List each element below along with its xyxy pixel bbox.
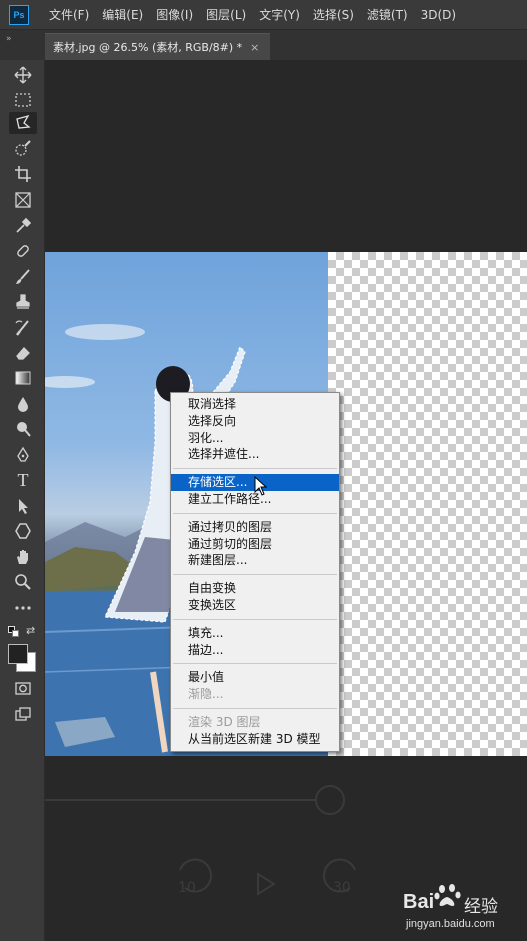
menu-separator: [173, 663, 337, 665]
dodge-icon[interactable]: [9, 418, 37, 440]
screen-mode-icon[interactable]: [9, 703, 37, 725]
gradient-icon[interactable]: [9, 367, 37, 389]
path-select-icon[interactable]: [9, 495, 37, 517]
menu-separator: [173, 512, 337, 514]
menu-feather[interactable]: 羽化...: [171, 430, 339, 447]
menu-select-inverse[interactable]: 选择反向: [171, 413, 339, 430]
eyedropper-icon[interactable]: [9, 215, 37, 237]
menu-render-3d-layer: 渲染 3D 图层: [188, 714, 261, 729]
stamp-icon[interactable]: [9, 291, 37, 313]
rewind-label: 10: [178, 880, 196, 896]
zoom-icon[interactable]: [9, 571, 37, 593]
pen-icon[interactable]: [9, 444, 37, 466]
brush-icon[interactable]: [9, 266, 37, 288]
baidu-brand-cn: 经验: [464, 897, 498, 917]
menu-separator: [173, 618, 337, 620]
menu-layer-via-copy[interactable]: 通过拷贝的图层: [171, 519, 339, 536]
menu-deselect[interactable]: 取消选择: [171, 396, 339, 413]
hand-icon[interactable]: [9, 546, 37, 568]
eraser-icon[interactable]: [9, 342, 37, 364]
menu-stroke[interactable]: 描边...: [171, 642, 339, 659]
healing-brush-icon[interactable]: [9, 240, 37, 262]
close-icon[interactable]: ×: [250, 41, 259, 54]
lasso-icon[interactable]: [9, 112, 37, 134]
cursor-icon: [254, 476, 268, 496]
menu-type[interactable]: 文字(Y): [259, 6, 300, 23]
default-colors-icon[interactable]: [8, 626, 20, 638]
quick-mask-icon[interactable]: [9, 677, 37, 699]
foreground-color-swatch[interactable]: [8, 644, 28, 664]
menu-edit[interactable]: 编辑(E): [102, 6, 143, 23]
type-tool-glyph: T: [17, 469, 29, 490]
forward-label: 30: [333, 880, 351, 896]
menu-file[interactable]: 文件(F): [49, 6, 89, 23]
quick-select-icon[interactable]: [9, 138, 37, 160]
document-tab-title: 素材.jpg @ 26.5% (素材, RGB/8#) *: [53, 41, 243, 54]
context-menu: 取消选择 选择反向 羽化... 选择并遮住... 存储选区... 建立工作路径.…: [170, 392, 340, 752]
menu-separator: [173, 707, 337, 709]
menu-image[interactable]: 图像(I): [156, 6, 193, 23]
more-tools-icon[interactable]: [9, 597, 37, 619]
menu-bar: Ps 文件(F) 编辑(E) 图像(I) 图层(L) 文字(Y) 选择(S) 滤…: [0, 0, 527, 30]
photoshop-logo: Ps: [9, 4, 29, 25]
menu-layer-via-cut[interactable]: 通过剪切的图层: [171, 536, 339, 553]
document-tab[interactable]: 素材.jpg @ 26.5% (素材, RGB/8#) * ×: [45, 33, 270, 60]
menu-separator: [173, 574, 337, 576]
transparent-area: [328, 252, 527, 756]
baidu-brand: Bai: [403, 891, 435, 913]
frame-icon[interactable]: [9, 189, 37, 211]
menu-fade: 渐隐...: [188, 687, 224, 702]
menu-layer[interactable]: 图层(L): [206, 6, 246, 23]
type-icon[interactable]: T: [9, 469, 37, 491]
blur-icon[interactable]: [9, 393, 37, 415]
menu-new-3d-model-from-selection[interactable]: 从当前选区新建 3D 模型: [171, 731, 339, 748]
menu-select[interactable]: 选择(S): [313, 6, 354, 23]
menu-new-layer[interactable]: 新建图层...: [171, 552, 339, 569]
collapse-panels-icon[interactable]: »: [6, 34, 12, 44]
shape-icon[interactable]: [9, 520, 37, 542]
baidu-url: jingyan.baidu.com: [406, 918, 495, 930]
menu-separator: [173, 468, 337, 470]
menu-fill[interactable]: 填充...: [171, 625, 339, 642]
baidu-watermark: Bai 经验 jingyan.baidu.com: [400, 880, 520, 935]
crop-icon[interactable]: [9, 163, 37, 185]
menu-minimum[interactable]: 最小值: [171, 669, 339, 686]
menu-free-transform[interactable]: 自由变换: [171, 580, 339, 597]
tools-panel: T ⇄: [0, 60, 45, 941]
menu-3d[interactable]: 3D(D): [421, 8, 456, 22]
history-brush-icon[interactable]: [9, 317, 37, 339]
menu-select-and-mask[interactable]: 选择并遮住...: [171, 446, 339, 463]
move-icon[interactable]: [9, 64, 37, 86]
menu-filter[interactable]: 滤镜(T): [367, 6, 408, 23]
rect-marquee-icon[interactable]: [9, 89, 37, 111]
swap-colors-icon[interactable]: ⇄: [26, 624, 35, 637]
menu-transform-selection[interactable]: 变换选区: [171, 597, 339, 614]
paw-icon: [434, 884, 461, 906]
